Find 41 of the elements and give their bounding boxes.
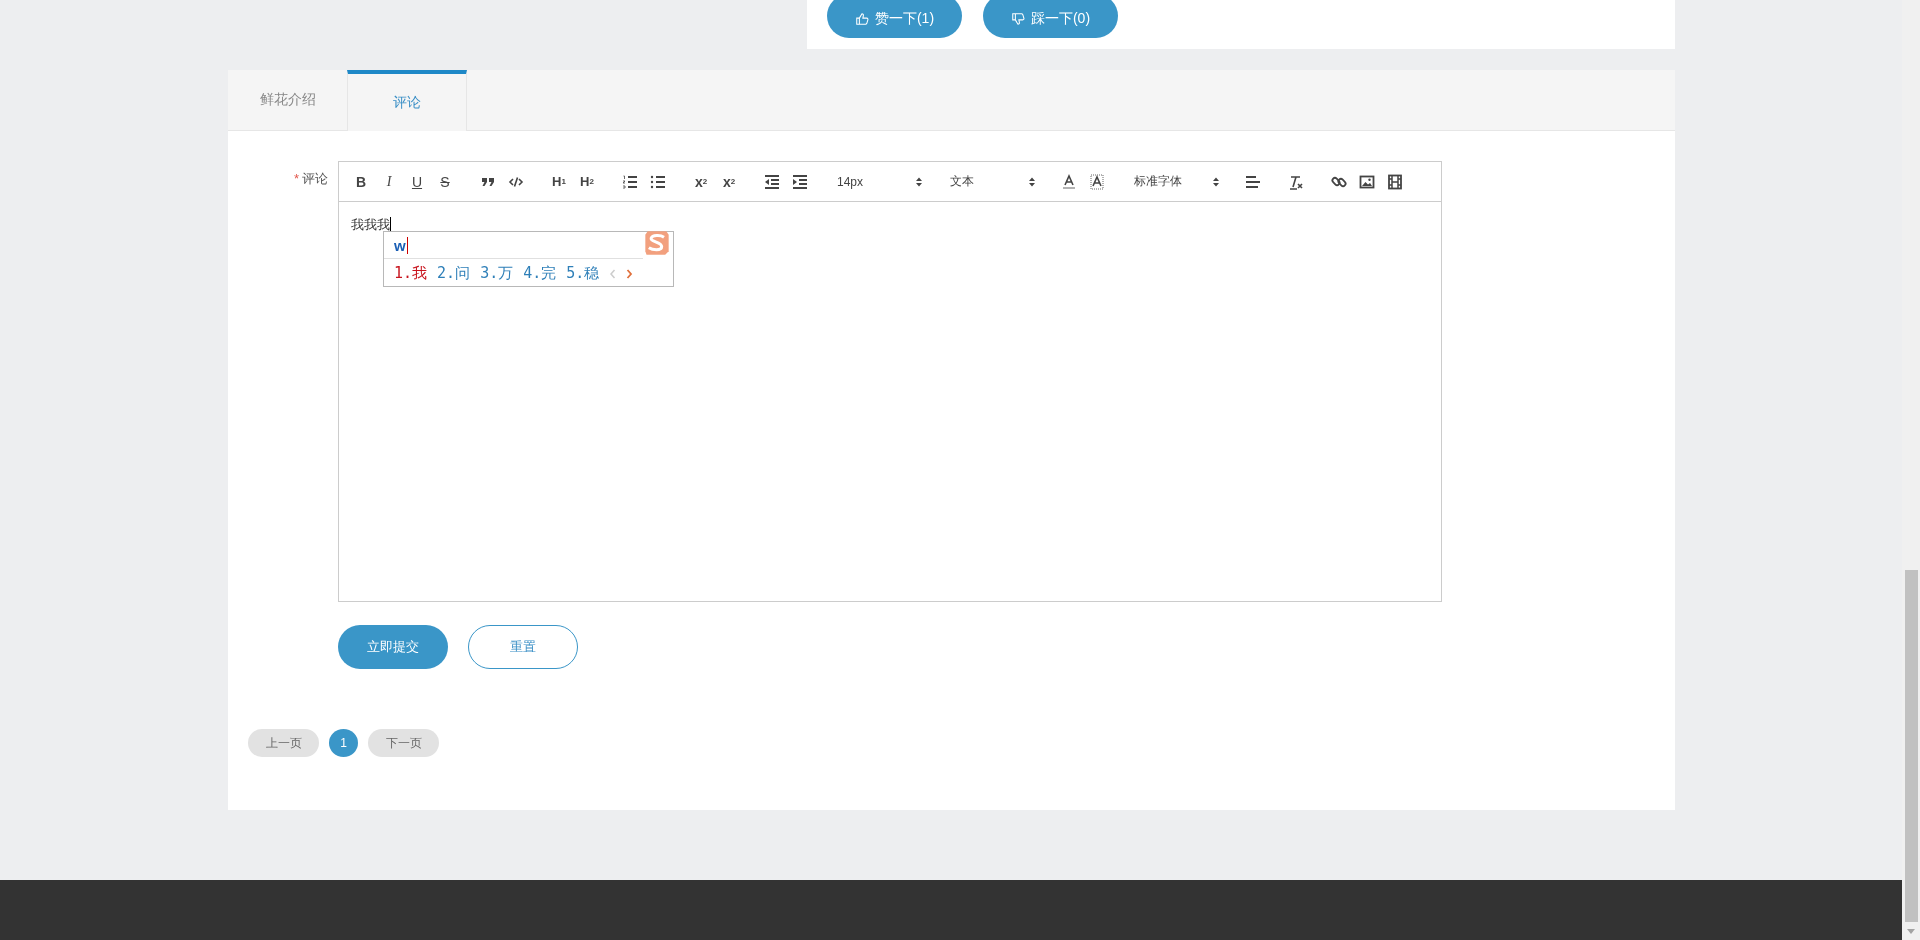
film-icon [1386,172,1404,191]
thumbs-up-icon [854,12,869,26]
thumbs-down-icon [1010,12,1025,26]
submit-button[interactable]: 立即提交 [338,625,448,669]
numbered-list-icon [621,172,639,191]
up-down-arrow-icon [1212,175,1220,188]
like-button[interactable]: 赞一下(1) [827,0,962,38]
page-button[interactable]: 1 [329,729,358,757]
up-down-arrow-icon [915,175,923,188]
ime-candidate[interactable]: 1.我 [394,264,428,283]
tab[interactable]: 鲜花介绍 [228,70,347,130]
text-caret [390,217,391,231]
required-mark: * [293,171,299,188]
next-page-button[interactable]: 下一页 [368,729,439,757]
previous-page-button[interactable]: 上一页 [248,729,319,757]
comment-text: 我我我 [351,217,390,232]
strikethrough-button[interactable]: S [431,169,459,194]
italic-button[interactable]: I [375,169,403,194]
toolbar-select[interactable]: 标准字体 [1126,169,1224,194]
ime-candidate[interactable]: 4.完 [523,264,557,283]
ime-composition-text: w [394,236,406,254]
toolbar-select[interactable]: 14px [829,169,927,194]
outdent-icon [763,172,781,191]
toolbar-select[interactable]: 文本 [942,169,1040,194]
reset-button[interactable]: 重置 [468,625,578,669]
script-button[interactable]: x$^{2}$ [715,169,743,194]
highlight-icon [1088,172,1106,191]
scrollbar-thumb[interactable] [1905,570,1918,922]
ime-candidate[interactable]: 3.万 [480,264,514,283]
bold-button[interactable]: B [347,169,375,194]
underline-button[interactable]: U [403,169,431,194]
ime-candidate[interactable]: 5.稳 [566,264,600,283]
ime-candidate[interactable]: 2.问 [437,264,471,283]
tab[interactable]: 评论 [347,70,467,131]
up-down-arrow-icon [1028,175,1036,188]
dislike-button[interactable]: 踩一下(0) [983,0,1118,38]
next-icon[interactable] [626,268,634,279]
field-label: 评论 [302,171,328,188]
text-color-icon [1060,172,1078,191]
indent-icon [791,172,809,191]
text-caret [406,236,408,254]
